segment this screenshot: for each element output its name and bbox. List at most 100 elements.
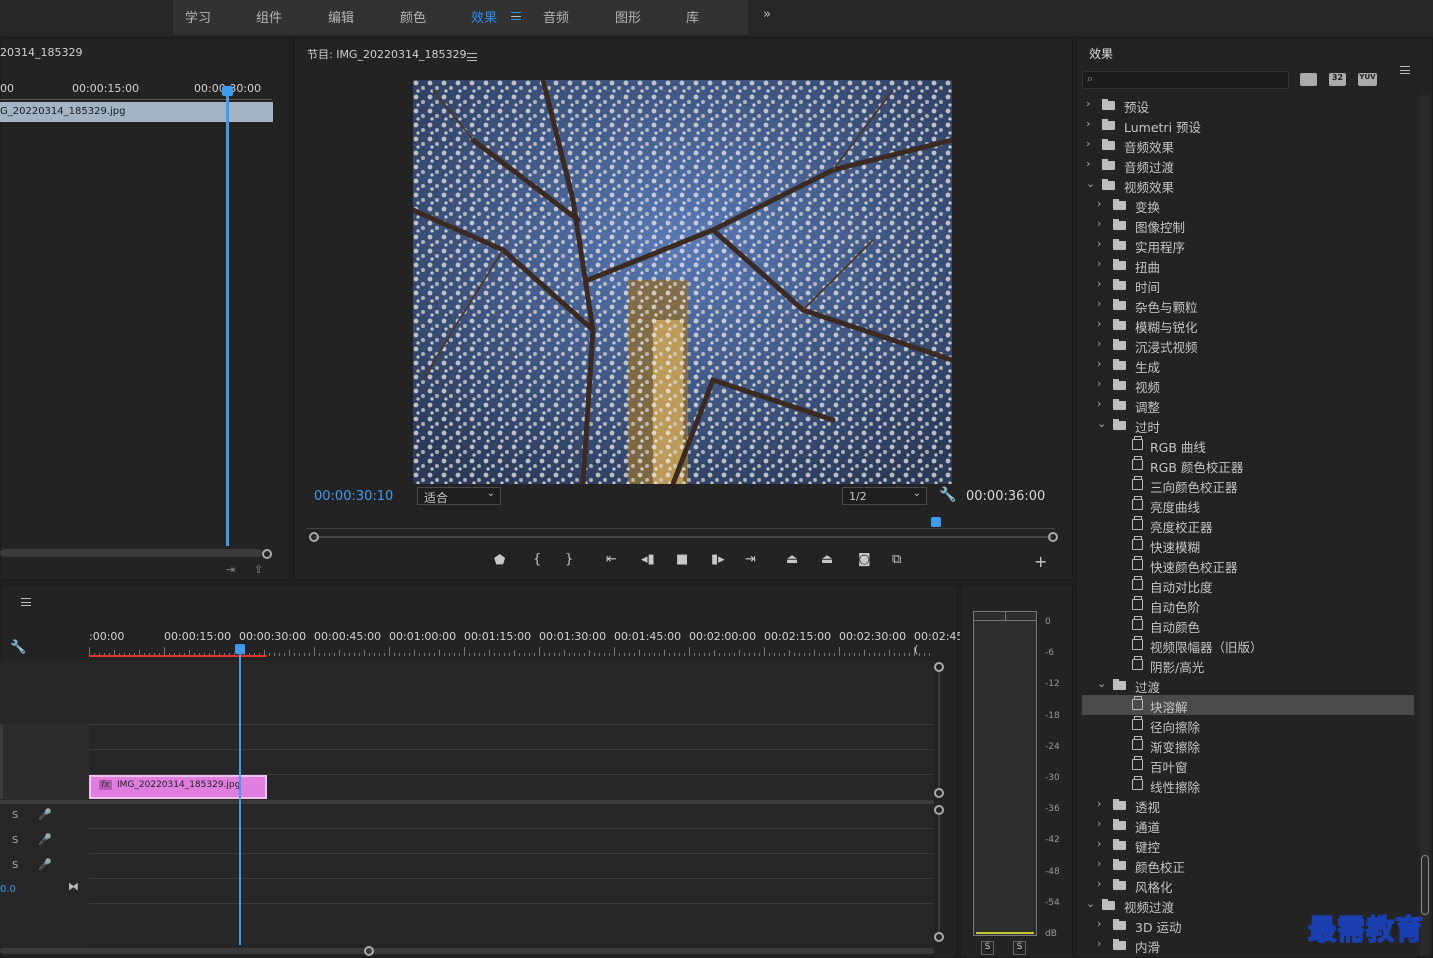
effects-item[interactable]: › 音频效果 [1082, 135, 1414, 155]
effects-item[interactable]: ⌄ 过渡 [1082, 675, 1414, 695]
effects-item[interactable]: › 音频过渡 [1082, 155, 1414, 175]
32bit-effects-icon[interactable]: 32 [1329, 73, 1346, 86]
h-scrollbar[interactable] [0, 948, 934, 954]
timeline-menu-icon[interactable] [20, 598, 31, 606]
chevron-down-icon[interactable]: ⌄ [1097, 417, 1106, 430]
insert-icon[interactable]: ⇥ [226, 563, 235, 576]
video-track-header[interactable] [0, 724, 89, 799]
v-scroll-handle[interactable] [934, 662, 944, 672]
video-audio-divider[interactable] [0, 800, 934, 804]
effects-item[interactable]: › 通道 [1082, 815, 1414, 835]
effects-title[interactable]: 效果 [1089, 45, 1113, 62]
chevron-right-icon[interactable]: › [1097, 197, 1101, 210]
program-scrollbar[interactable] [314, 536, 1052, 538]
chevron-right-icon[interactable]: › [1097, 917, 1101, 930]
solo-button[interactable]: S [12, 835, 18, 846]
program-zoom-end[interactable] [1048, 532, 1058, 542]
program-playhead[interactable] [931, 517, 941, 527]
chevron-right-icon[interactable]: › [1097, 357, 1101, 370]
chevron-down-icon[interactable]: ⌄ [1097, 677, 1106, 690]
chevron-right-icon[interactable]: › [1097, 877, 1101, 890]
effects-item[interactable]: 自动对比度 [1082, 575, 1414, 595]
chevron-right-icon[interactable]: › [1097, 297, 1101, 310]
effects-item[interactable]: › 透视 [1082, 795, 1414, 815]
effects-item[interactable]: › 扭曲 [1082, 255, 1414, 275]
chevron-down-icon[interactable]: ⌄ [1086, 177, 1095, 190]
effects-item[interactable]: 亮度校正器 [1082, 515, 1414, 535]
effects-item[interactable]: 百叶窗 [1082, 755, 1414, 775]
add-button-icon[interactable]: + [1034, 552, 1047, 571]
chevron-right-icon[interactable]: › [1086, 157, 1090, 170]
effects-item[interactable]: 渐变擦除 [1082, 735, 1414, 755]
chevron-right-icon[interactable]: › [1097, 817, 1101, 830]
compare-view-icon[interactable]: ⧉ [892, 552, 901, 567]
chevron-right-icon[interactable]: › [1086, 137, 1090, 150]
go-to-in-icon[interactable]: ⇤ [606, 552, 617, 567]
effects-menu-icon[interactable] [1400, 66, 1410, 74]
effects-item[interactable]: 快速颜色校正器 [1082, 555, 1414, 575]
effects-item[interactable]: › 键控 [1082, 835, 1414, 855]
source-playhead[interactable] [226, 86, 229, 546]
chevron-right-icon[interactable]: › [1097, 337, 1101, 350]
effects-item[interactable]: 块溶解 [1082, 695, 1414, 715]
a-scroll-handle[interactable] [934, 805, 944, 815]
a-scrollbar[interactable] [938, 815, 940, 933]
mark-out-icon[interactable]: } [565, 552, 573, 567]
effects-item[interactable]: 线性擦除 [1082, 775, 1414, 795]
timeline-playhead-handle[interactable] [235, 644, 245, 654]
effects-item[interactable]: › 实用程序 [1082, 235, 1414, 255]
chevron-right-icon[interactable]: › [1097, 257, 1101, 270]
master-keyframe-icon[interactable]: ⧓ [68, 880, 79, 893]
h-scroll-handle[interactable] [364, 946, 374, 956]
camera-icon[interactable]: ◙ [858, 552, 871, 567]
chevron-right-icon[interactable]: › [1097, 377, 1101, 390]
effects-item[interactable]: › 时间 [1082, 275, 1414, 295]
workspace-tab[interactable]: 库 [686, 7, 699, 26]
meter-solo-left[interactable]: S [981, 941, 994, 955]
resolution-dropdown[interactable]: 1/2 ⌄ [842, 487, 927, 505]
workspace-menu-icon[interactable] [511, 12, 521, 20]
source-playhead-handle[interactable] [222, 86, 233, 96]
effects-item[interactable]: 三向颜色校正器 [1082, 475, 1414, 495]
program-current-timecode[interactable]: 00:00:30:10 [314, 489, 393, 504]
effects-item[interactable]: RGB 曲线 [1082, 435, 1414, 455]
yuv-effects-icon[interactable]: YUV [1358, 73, 1377, 86]
effects-item[interactable]: › 模糊与锐化 [1082, 315, 1414, 335]
effects-item[interactable]: › 颜色校正 [1082, 855, 1414, 875]
step-forward-icon[interactable]: ▮▸ [711, 552, 725, 567]
effects-item[interactable]: › 沉浸式视频 [1082, 335, 1414, 355]
source-clip[interactable]: G_20220314_185329.jpg [0, 102, 273, 122]
lift-icon[interactable]: ⏏ [786, 552, 798, 567]
effects-item[interactable]: › 预设 [1082, 95, 1414, 115]
source-scrollbar[interactable] [0, 549, 262, 557]
step-back-icon[interactable]: ◂▮ [641, 552, 655, 567]
microphone-icon[interactable]: 🎤 [38, 833, 52, 846]
solo-button[interactable]: S [12, 860, 18, 871]
chevron-right-icon[interactable]: › [1097, 237, 1101, 250]
effects-item[interactable]: 自动色阶 [1082, 595, 1414, 615]
effects-item[interactable]: › 杂色与颗粒 [1082, 295, 1414, 315]
effects-item[interactable]: › Lumetri 预设 [1082, 115, 1414, 135]
go-to-out-icon[interactable]: ⇥ [745, 552, 756, 567]
effects-item[interactable]: 视频限幅器（旧版） [1082, 635, 1414, 655]
effects-search-input[interactable]: ⌕ [1082, 71, 1289, 89]
effects-item[interactable]: 自动颜色 [1082, 615, 1414, 635]
accelerated-effects-icon[interactable] [1300, 73, 1317, 86]
chevron-right-icon[interactable]: › [1097, 217, 1101, 230]
effects-item[interactable]: 快速模糊 [1082, 535, 1414, 555]
workspace-tab[interactable]: 音频 [543, 7, 569, 26]
chevron-right-icon[interactable]: › [1086, 97, 1090, 110]
effects-scrollbar[interactable] [1420, 95, 1430, 955]
effects-item[interactable]: › 变换 [1082, 195, 1414, 215]
solo-button[interactable]: S [12, 810, 18, 821]
effects-item[interactable]: 径向擦除 [1082, 715, 1414, 735]
wrench-icon[interactable]: 🔧 [939, 487, 956, 503]
timeline-wrench-icon[interactable]: 🔧 [10, 640, 26, 655]
fit-dropdown[interactable]: 适合 ⌄ [417, 487, 501, 505]
effects-item[interactable]: › 调整 [1082, 395, 1414, 415]
effects-item[interactable]: › 生成 [1082, 355, 1414, 375]
stop-icon[interactable]: ■ [676, 552, 688, 567]
effects-item[interactable]: RGB 颜色校正器 [1082, 455, 1414, 475]
timeline-ruler[interactable]: :00:00 00:00:15:00 00:00:30:00 00:00:45:00 0… [89, 628, 967, 656]
effects-item[interactable]: 阴影/高光 [1082, 655, 1414, 675]
